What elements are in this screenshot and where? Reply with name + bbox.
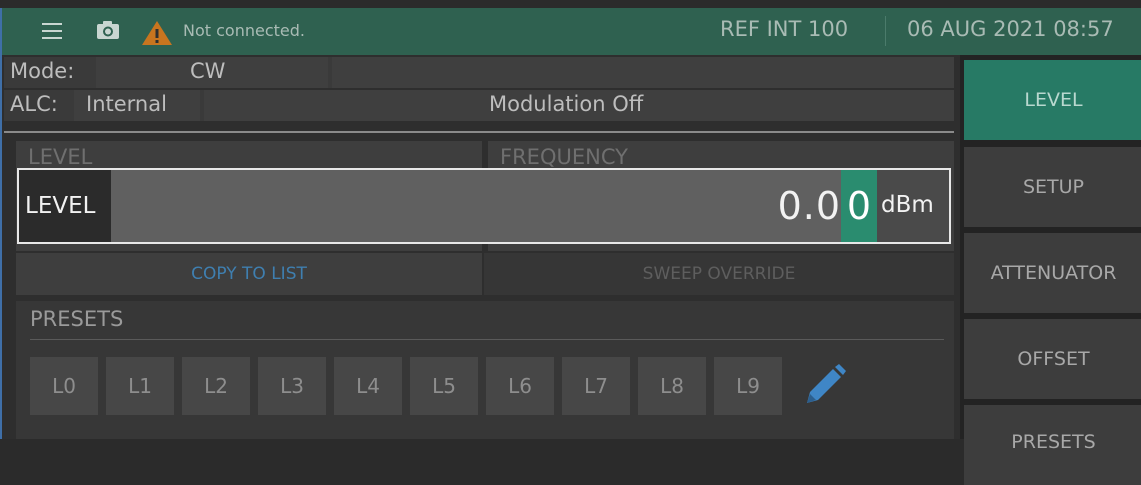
entry-label: LEVEL	[19, 170, 111, 242]
nav-presets-button[interactable]: PRESETS	[964, 405, 1141, 485]
alc-row: ALC: Internal Modulation Off	[4, 90, 954, 121]
side-nav: LEVEL SETUP ATTENUATOR OFFSET PRESETS	[960, 55, 1141, 485]
preset-button-l8[interactable]: L8	[638, 357, 706, 415]
preset-button-l2[interactable]: L2	[182, 357, 250, 415]
mode-label: Mode:	[10, 59, 75, 83]
frequency-panel-title: FREQUENCY	[500, 145, 628, 169]
level-entry-dialog: LEVEL 0.0 0 dBm	[17, 168, 951, 244]
date-time: 06 AUG 2021 08:57	[907, 17, 1114, 41]
copy-to-list-button[interactable]: COPY TO LIST	[16, 253, 482, 295]
connection-status: Not connected.	[183, 21, 305, 40]
presets-panel: PRESETS L0 L1 L2 L3 L4 L5 L6 L7 L8 L9	[16, 301, 954, 439]
level-value: 0.0	[777, 184, 841, 228]
preset-button-l3[interactable]: L3	[258, 357, 326, 415]
preset-button-l1[interactable]: L1	[106, 357, 174, 415]
modulation-status: Modulation Off	[489, 92, 644, 116]
camera-icon[interactable]	[96, 20, 120, 40]
nav-attenuator-button[interactable]: ATTENUATOR	[964, 233, 1141, 313]
section-divider	[4, 131, 954, 133]
digit-cursor[interactable]: 0	[841, 170, 877, 242]
alc-label: ALC:	[10, 92, 58, 116]
presets-title: PRESETS	[30, 307, 124, 331]
mode-extra-cell	[332, 57, 954, 88]
preset-button-l5[interactable]: L5	[410, 357, 478, 415]
mode-row: Mode: CW	[4, 57, 954, 88]
preset-button-l7[interactable]: L7	[562, 357, 630, 415]
preset-button-l4[interactable]: L4	[334, 357, 402, 415]
alc-value: Internal	[86, 92, 167, 116]
sweep-override-button[interactable]: SWEEP OVERRIDE	[484, 253, 954, 295]
level-panel-title: LEVEL	[28, 145, 93, 169]
app-window: Not connected. REF INT 100 06 AUG 2021 0…	[0, 8, 1141, 485]
level-unit[interactable]: dBm	[881, 192, 934, 218]
menu-icon[interactable]	[42, 23, 62, 39]
reference-indicator: REF INT 100	[720, 17, 849, 41]
nav-setup-button[interactable]: SETUP	[964, 147, 1141, 227]
preset-button-l6[interactable]: L6	[486, 357, 554, 415]
presets-divider	[30, 339, 944, 340]
preset-button-l0[interactable]: L0	[30, 357, 98, 415]
level-value-field[interactable]: 0.0	[111, 170, 849, 242]
pencil-icon[interactable]	[801, 363, 847, 409]
top-bar: Not connected. REF INT 100 06 AUG 2021 0…	[2, 8, 1141, 55]
nav-offset-button[interactable]: OFFSET	[964, 319, 1141, 399]
nav-level-button[interactable]: LEVEL	[964, 60, 1141, 140]
preset-button-l9[interactable]: L9	[714, 357, 782, 415]
mode-value: CW	[190, 59, 226, 83]
header-divider	[885, 16, 886, 46]
warning-icon	[142, 21, 172, 45]
